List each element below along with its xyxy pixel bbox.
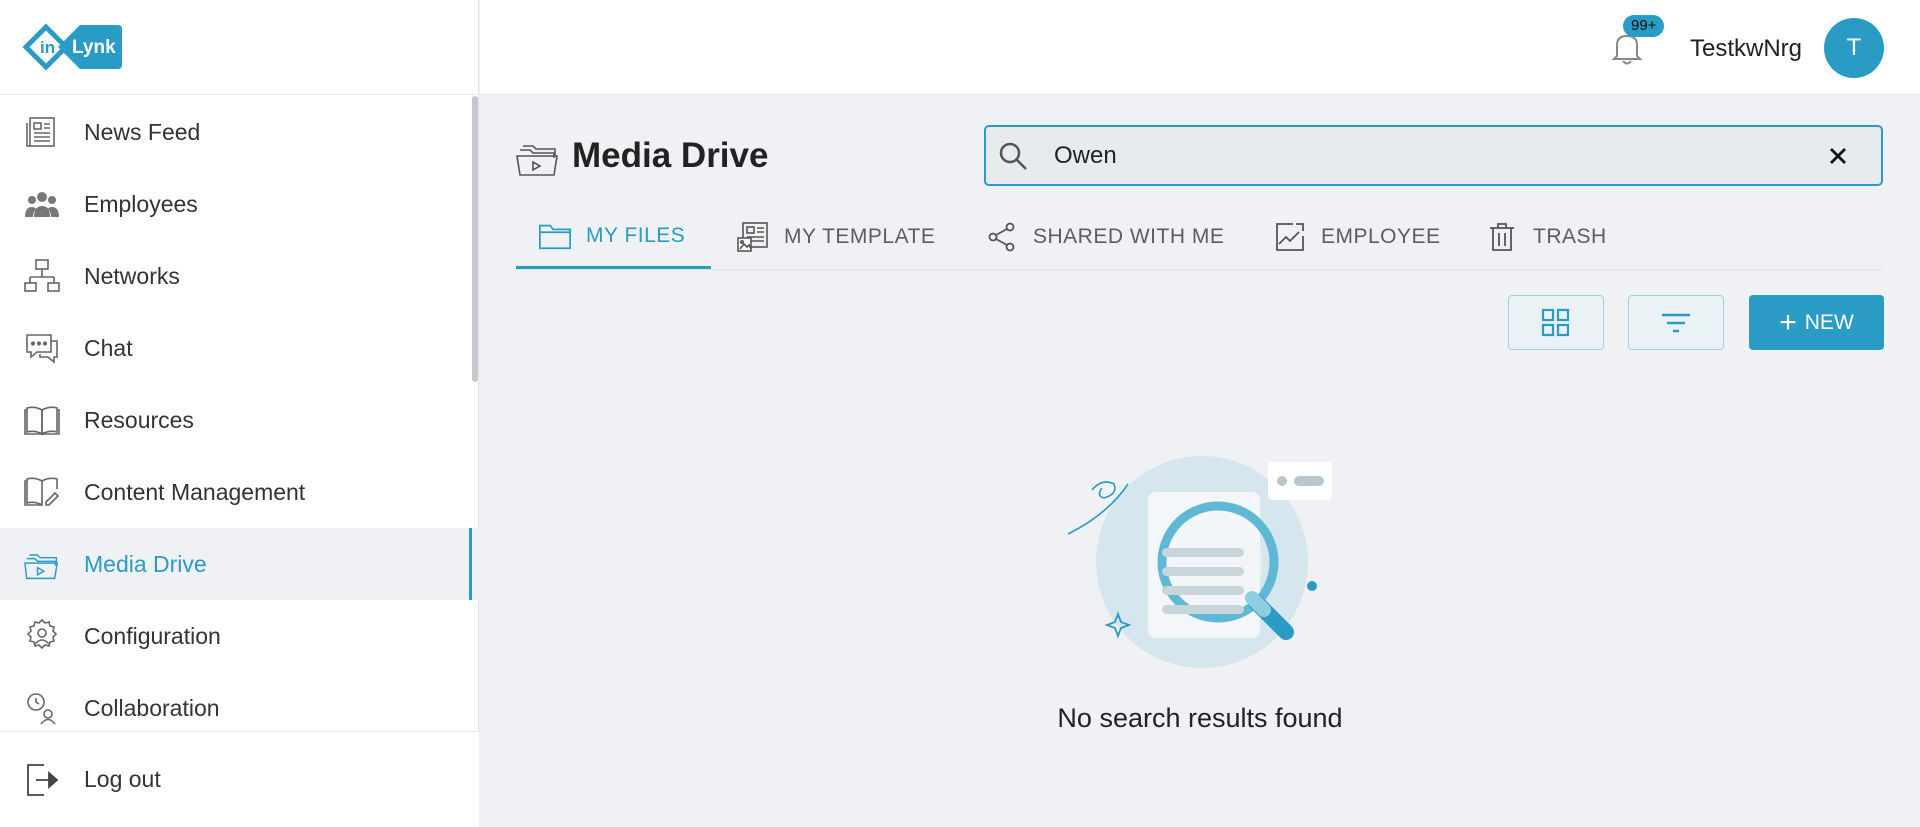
svg-text:in: in [40, 38, 55, 57]
search-input[interactable] [1054, 135, 1794, 177]
page-title: Media Drive [572, 136, 769, 175]
folder-icon [538, 219, 572, 253]
clear-search-icon[interactable] [1825, 143, 1851, 169]
share-icon [985, 220, 1019, 254]
notification-badge[interactable]: 99+ [1623, 15, 1665, 37]
new-button-label: NEW [1804, 310, 1854, 334]
sidebar-item-employees[interactable]: Employees [0, 168, 479, 240]
sidebar-item-label: Configuration [84, 622, 221, 649]
sidebar-item-networks[interactable]: Networks [0, 240, 479, 312]
tab-label: MY TEMPLATE [784, 225, 936, 248]
sidebar-item-configuration[interactable]: Configuration [0, 600, 479, 672]
sidebar-item-label: Networks [84, 262, 180, 289]
media-folder-icon [24, 546, 60, 582]
logout-button[interactable]: Log out [0, 731, 479, 827]
sidebar-item-label: Employees [84, 190, 198, 217]
sidebar-item-media-drive[interactable]: Media Drive [0, 528, 479, 600]
collaboration-icon [24, 690, 60, 726]
trash-icon [1485, 220, 1519, 254]
sidebar-item-news-feed[interactable]: News Feed [0, 96, 479, 168]
avatar[interactable]: T [1824, 18, 1884, 78]
logout-label: Log out [84, 766, 161, 792]
tab-trash[interactable]: TRASH [1485, 205, 1607, 269]
chat-icon [24, 330, 60, 366]
people-icon [24, 186, 60, 222]
search-icon [999, 142, 1027, 170]
sidebar-item-label: News Feed [84, 118, 201, 145]
tab-my-template[interactable]: MY TEMPLATE [736, 205, 935, 269]
sidebar: in Lynk News Feed Employees Networks Cha… [0, 0, 479, 827]
sidebar-item-label: Resources [84, 406, 194, 433]
username[interactable]: TestkwNrg [1690, 35, 1802, 63]
tab-label: TRASH [1533, 225, 1607, 248]
sidebar-nav: News Feed Employees Networks Chat Resour… [0, 96, 479, 730]
sidebar-item-label: Collaboration [84, 694, 220, 721]
tab-employee[interactable]: EMPLOYEE [1273, 205, 1441, 269]
tab-shared-with-me[interactable]: SHARED WITH ME [985, 205, 1224, 269]
image-chart-icon [1273, 220, 1307, 254]
gear-person-icon [24, 618, 60, 654]
inlynk-logo[interactable]: in Lynk [22, 15, 126, 79]
plus-icon: + [1779, 305, 1797, 339]
media-tabs: MY FILES MY TEMPLATE SHARED WITH ME EMPL… [516, 205, 1883, 270]
logout-icon [24, 762, 60, 798]
grid-icon [1541, 308, 1570, 336]
sidebar-item-collaboration[interactable]: Collaboration [0, 672, 479, 730]
logo-area: in Lynk [0, 0, 478, 95]
template-icon [736, 220, 770, 254]
sidebar-scrollbar[interactable] [472, 96, 478, 382]
tab-label: SHARED WITH ME [1033, 225, 1225, 248]
book-icon [24, 402, 60, 438]
svg-text:Lynk: Lynk [72, 37, 116, 58]
sidebar-item-resources[interactable]: Resources [0, 384, 479, 456]
network-icon [24, 258, 60, 294]
book-edit-icon [24, 474, 60, 510]
no-results-illustration [1067, 456, 1332, 668]
filter-icon [1662, 313, 1690, 332]
media-folder-icon [516, 145, 558, 176]
sidebar-item-label: Content Management [84, 478, 306, 505]
sidebar-item-chat[interactable]: Chat [0, 312, 479, 384]
empty-state-message: No search results found [1057, 703, 1343, 733]
new-button[interactable]: + NEW [1749, 295, 1884, 350]
newspaper-icon [24, 114, 60, 150]
tab-my-files[interactable]: MY FILES [516, 205, 711, 269]
search-box [984, 125, 1883, 186]
sidebar-item-label: Media Drive [84, 550, 207, 577]
top-bar: 99+ TestkwNrg T [480, 0, 1920, 95]
sidebar-item-content-management[interactable]: Content Management [0, 456, 479, 528]
tab-label: MY FILES [586, 223, 686, 247]
grid-view-button[interactable] [1508, 295, 1604, 350]
tab-label: EMPLOYEE [1321, 225, 1441, 248]
filter-button[interactable] [1628, 295, 1724, 350]
sidebar-item-label: Chat [84, 334, 133, 361]
